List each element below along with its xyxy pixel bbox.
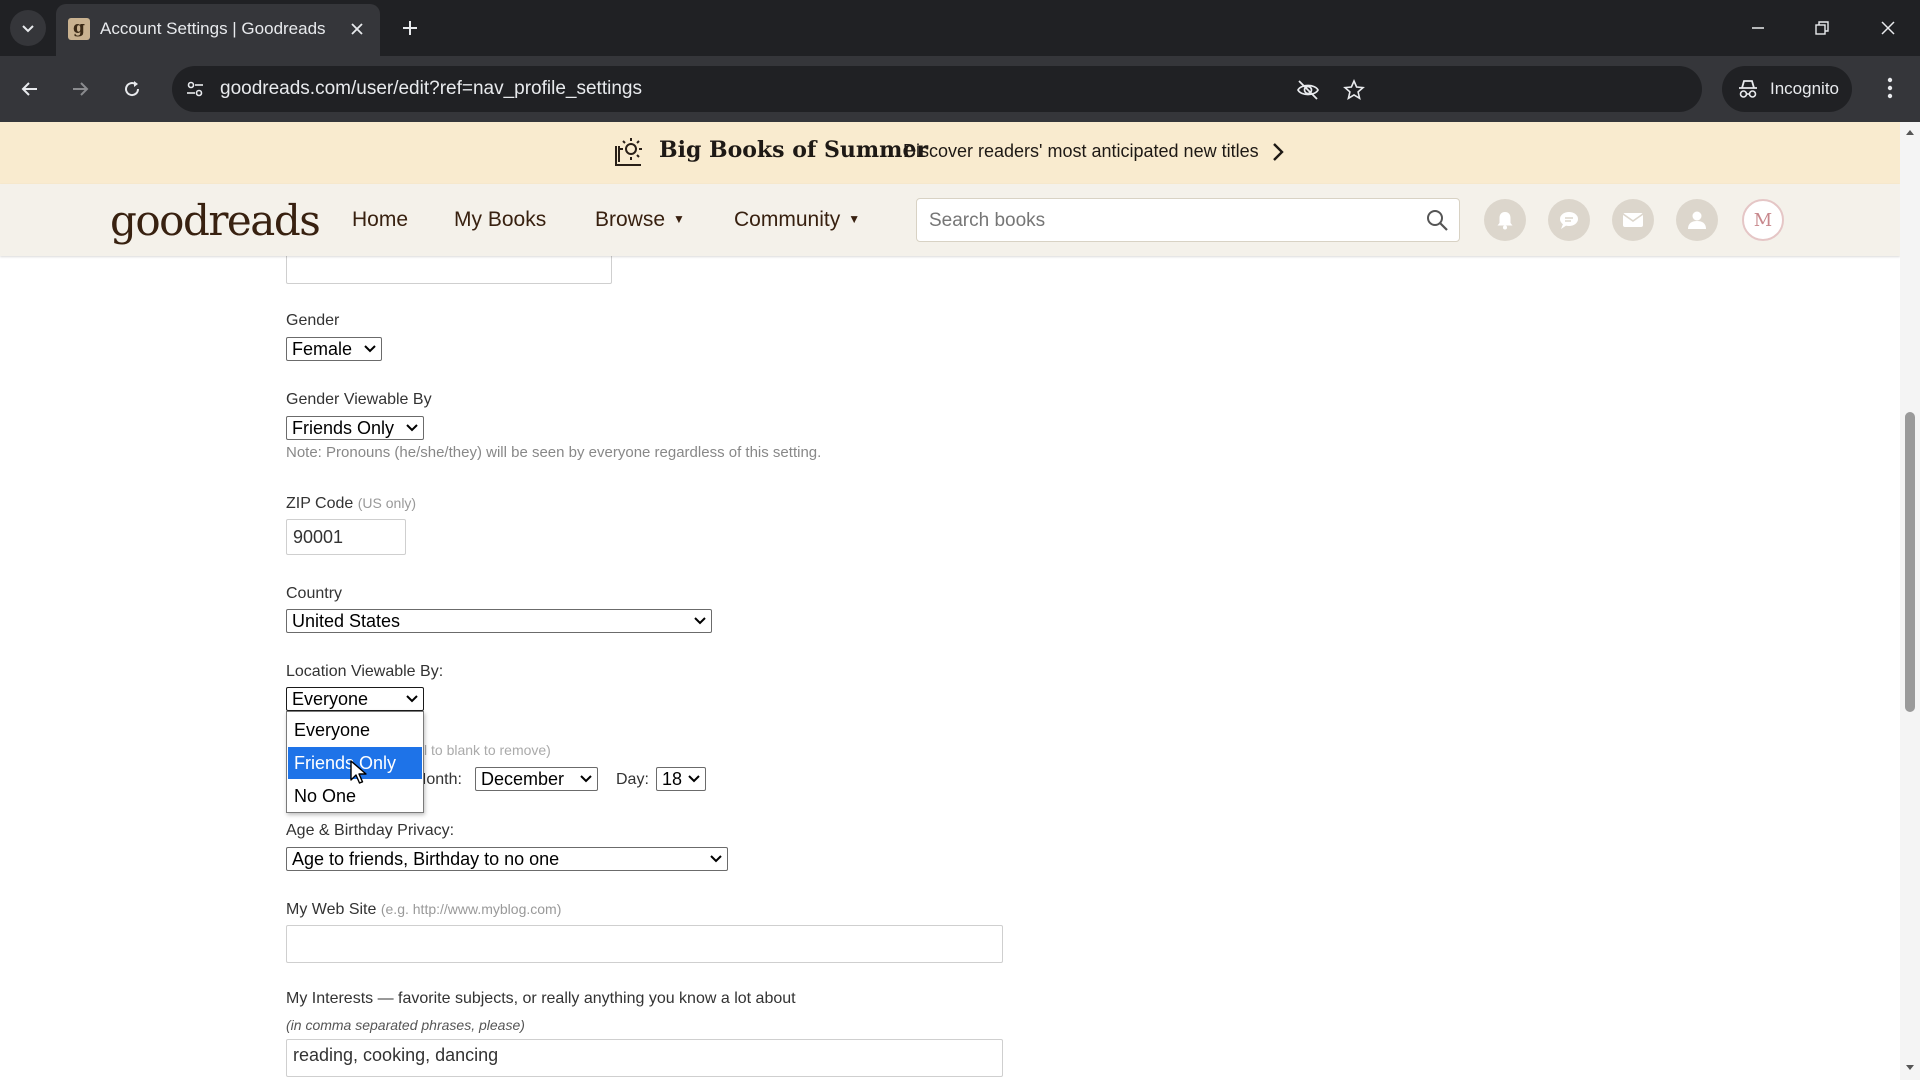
chevron-down-icon (580, 775, 592, 783)
incognito-indicator[interactable]: Incognito (1722, 66, 1852, 112)
birthday-day-label: Day: (616, 771, 649, 788)
forward-arrow-icon[interactable] (64, 73, 96, 105)
site-header: goodreads Home My Books Browse ▼ Communit… (0, 184, 1900, 256)
caret-down-icon: ▼ (673, 212, 685, 226)
gender-label: Gender (286, 312, 340, 329)
window-close-icon[interactable] (1874, 14, 1902, 42)
search-icon[interactable] (1425, 208, 1449, 232)
nav-my-books[interactable]: My Books (454, 208, 546, 232)
nav-browse[interactable]: Browse ▼ (595, 208, 685, 232)
tab-title: Account Settings | Goodreads (100, 19, 326, 38)
gender-viewable-value: Friends Only (292, 418, 395, 438)
chevron-down-icon (22, 25, 34, 33)
browser-tab-strip: g Account Settings | Goodreads (0, 0, 1920, 56)
browser-toolbar: goodreads.com/user/edit?ref=nav_profile_… (0, 56, 1920, 122)
zip-hint: (US only) (357, 495, 417, 511)
age-privacy-select[interactable]: Age to friends, Birthday to no one (286, 847, 728, 871)
chevron-down-icon (406, 695, 418, 703)
site-settings-icon[interactable] (182, 76, 208, 102)
page-viewport: Gender Female Gender Viewable By Friends… (0, 122, 1900, 1080)
birthday-month-value: December (481, 769, 565, 789)
website-hint: (e.g. http://www.myblog.com) (380, 901, 562, 917)
location-viewable-select[interactable]: Everyone (286, 687, 424, 711)
chevron-right-icon (1273, 143, 1284, 161)
location-viewable-value: Everyone (292, 689, 369, 709)
chevron-down-icon (406, 424, 418, 432)
browser-menu-icon[interactable] (1876, 74, 1904, 102)
country-label: Country (286, 585, 343, 602)
age-privacy-value: Age to friends, Birthday to no one (292, 849, 560, 869)
promo-banner[interactable]: Big Books of Summer Discover readers' mo… (0, 122, 1900, 184)
restore-icon[interactable] (1808, 14, 1836, 42)
incognito-icon (1739, 80, 1757, 98)
option-everyone[interactable]: Everyone (288, 714, 422, 746)
page-scrollbar[interactable] (1900, 122, 1920, 1080)
discussions-chat-icon[interactable] (1548, 199, 1590, 241)
interests-input[interactable]: reading, cooking, dancing (286, 1039, 1003, 1077)
caret-down-icon: ▼ (848, 212, 861, 226)
new-tab-icon[interactable] (396, 14, 424, 42)
friends-people-icon[interactable] (1676, 199, 1718, 241)
birthday-day-select[interactable]: 18 (656, 767, 706, 791)
minimize-icon[interactable] (1744, 14, 1772, 42)
reload-icon[interactable] (116, 73, 148, 105)
scrollbar-thumb[interactable] (1905, 412, 1915, 712)
book-search (916, 198, 1460, 242)
goodreads-logo[interactable]: goodreads (110, 196, 321, 245)
gender-viewable-label: Gender Viewable By (286, 391, 432, 408)
nav-home[interactable]: Home (352, 208, 408, 232)
notifications-bell-icon[interactable] (1484, 199, 1526, 241)
nav-community-label: Community (734, 208, 841, 231)
chevron-down-icon (364, 345, 376, 353)
chevron-down-icon (688, 775, 700, 783)
gender-select-value: Female (292, 339, 353, 359)
tab-search-button[interactable] (10, 10, 46, 46)
gender-viewable-select[interactable]: Friends Only (286, 416, 424, 440)
tab-close-icon[interactable] (346, 18, 368, 40)
messages-envelope-icon[interactable] (1612, 199, 1654, 241)
birthday-day-value: 18 (662, 769, 683, 789)
profile-avatar[interactable]: M (1742, 199, 1784, 241)
website-input[interactable] (286, 925, 1003, 963)
age-privacy-label: Age & Birthday Privacy: (286, 822, 455, 839)
country-select[interactable]: United States (286, 609, 712, 633)
sun-book-icon (615, 138, 642, 166)
url-text: goodreads.com/user/edit?ref=nav_profile_… (220, 78, 642, 99)
chevron-down-icon (710, 855, 722, 863)
back-arrow-icon[interactable] (14, 73, 46, 105)
scroll-up-arrow-icon (1906, 130, 1914, 135)
zip-label-text: ZIP Code (286, 495, 354, 512)
location-viewable-label: Location Viewable By: (286, 663, 444, 680)
gender-select[interactable]: Female (286, 337, 382, 361)
pronouns-note: Note: Pronouns (he/she/they) will be see… (286, 444, 822, 461)
bookmark-star-icon[interactable] (1340, 76, 1368, 104)
birthday-month-select[interactable]: December (475, 767, 598, 791)
banner-subtitle: Discover readers' most anticipated new t… (903, 141, 1259, 161)
nav-browse-label: Browse (595, 208, 666, 231)
zip-input[interactable]: 90001 (286, 519, 406, 555)
interests-note: (in comma separated phrases, please) (286, 1017, 525, 1033)
mouse-cursor-icon (350, 760, 367, 784)
interests-label: My Interests — favorite subjects, or rea… (286, 990, 796, 1007)
birthday-hint: l to blank to remove) (424, 742, 551, 758)
banner-title: Big Books of Summer (659, 137, 929, 163)
chevron-down-icon (694, 617, 706, 625)
website-label-text: My Web Site (286, 901, 377, 918)
scroll-down-arrow-icon (1906, 1065, 1914, 1070)
avatar-initial: M (1753, 209, 1773, 231)
address-bar[interactable]: goodreads.com/user/edit?ref=nav_profile_… (172, 66, 1702, 112)
country-select-value: United States (292, 611, 401, 631)
browser-tab-active[interactable]: g Account Settings | Goodreads (56, 4, 380, 56)
search-input[interactable] (927, 207, 1411, 235)
nav-community[interactable]: Community ▼ (734, 208, 860, 232)
incognito-label: Incognito (1770, 79, 1839, 98)
website-label: My Web Site (e.g. http://www.myblog.com) (286, 901, 561, 919)
zip-label: ZIP Code (US only) (286, 495, 416, 513)
goodreads-favicon-icon: g (68, 18, 90, 40)
eye-off-icon[interactable] (1294, 76, 1322, 104)
